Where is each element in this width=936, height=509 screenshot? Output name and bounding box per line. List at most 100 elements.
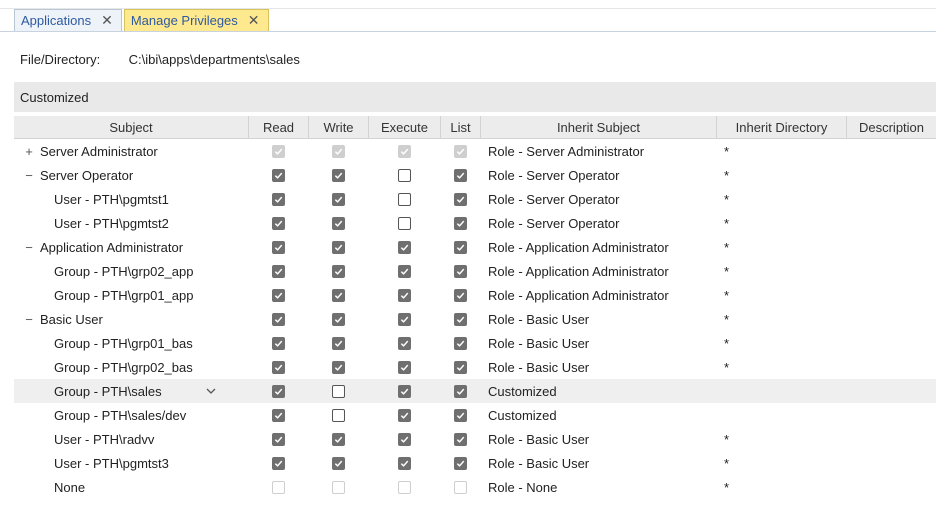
- read-checkbox[interactable]: [271, 408, 285, 422]
- collapse-icon[interactable]: −: [22, 168, 36, 183]
- execute-checkbox[interactable]: [397, 456, 411, 470]
- table-row[interactable]: Group - PTH\grp02_bas Role - Basic User *: [14, 355, 936, 379]
- write-checkbox[interactable]: [331, 168, 345, 182]
- header-subject[interactable]: Subject: [14, 116, 248, 138]
- subject-cell: Group - PTH\grp02_app: [14, 259, 248, 283]
- header-inherit-subject[interactable]: Inherit Subject: [480, 116, 716, 138]
- execute-checkbox[interactable]: [397, 240, 411, 254]
- write-checkbox[interactable]: [331, 456, 345, 470]
- execute-checkbox[interactable]: [397, 288, 411, 302]
- read-checkbox[interactable]: [271, 312, 285, 326]
- tab-manage-privileges[interactable]: Manage Privileges ✕: [123, 9, 269, 31]
- header-execute[interactable]: Execute: [368, 116, 440, 138]
- read-checkbox[interactable]: [271, 168, 285, 182]
- write-cell: [308, 163, 368, 187]
- chevron-down-icon[interactable]: [204, 384, 218, 398]
- execute-checkbox[interactable]: [397, 408, 411, 422]
- inherit-directory-cell: [716, 403, 846, 427]
- table-row[interactable]: − Application Administrator Role - Applica…: [14, 235, 936, 259]
- execute-checkbox[interactable]: [397, 312, 411, 326]
- write-checkbox[interactable]: [331, 384, 345, 398]
- list-cell: [440, 331, 480, 355]
- write-checkbox[interactable]: [331, 216, 345, 230]
- read-checkbox[interactable]: [271, 456, 285, 470]
- read-checkbox[interactable]: [271, 240, 285, 254]
- read-checkbox[interactable]: [271, 432, 285, 446]
- write-checkbox[interactable]: [331, 312, 345, 326]
- read-checkbox[interactable]: [271, 360, 285, 374]
- table-row[interactable]: User - PTH\pgmtst3 Role - Basic User *: [14, 451, 936, 475]
- list-checkbox[interactable]: [453, 336, 467, 350]
- write-checkbox[interactable]: [331, 336, 345, 350]
- read-checkbox[interactable]: [271, 288, 285, 302]
- read-cell: [248, 139, 308, 163]
- list-checkbox[interactable]: [453, 384, 467, 398]
- execute-checkbox[interactable]: [397, 384, 411, 398]
- execute-checkbox[interactable]: [397, 216, 411, 230]
- inherit-subject-cell: Role - Basic User: [488, 335, 590, 351]
- execute-checkbox[interactable]: [397, 192, 411, 206]
- read-checkbox[interactable]: [271, 216, 285, 230]
- list-checkbox[interactable]: [453, 264, 467, 278]
- collapse-icon[interactable]: −: [22, 312, 36, 327]
- list-checkbox[interactable]: [453, 168, 467, 182]
- write-checkbox[interactable]: [331, 288, 345, 302]
- execute-checkbox[interactable]: [397, 264, 411, 278]
- list-checkbox[interactable]: [453, 360, 467, 374]
- write-checkbox[interactable]: [331, 192, 345, 206]
- header-write[interactable]: Write: [308, 116, 368, 138]
- execute-cell: [368, 259, 440, 283]
- table-row[interactable]: Group - PTH\sales Customized: [14, 379, 936, 403]
- table-row[interactable]: None Role - None *: [14, 475, 936, 499]
- table-row[interactable]: + Server Administrator Role - Server Admin…: [14, 139, 936, 163]
- grid-header: Subject Read Write Execute List Inherit …: [14, 116, 936, 139]
- table-row[interactable]: Group - PTH\grp01_app Role - Application …: [14, 283, 936, 307]
- read-checkbox[interactable]: [271, 384, 285, 398]
- close-icon[interactable]: ✕: [101, 12, 113, 29]
- execute-checkbox[interactable]: [397, 168, 411, 182]
- tab-applications[interactable]: Applications ✕: [14, 9, 122, 31]
- header-inherit-directory[interactable]: Inherit Directory: [716, 116, 846, 138]
- read-checkbox[interactable]: [271, 264, 285, 278]
- table-row[interactable]: Group - PTH\grp02_app Role - Application …: [14, 259, 936, 283]
- write-checkbox[interactable]: [331, 360, 345, 374]
- inherit-directory-cell: *: [724, 359, 730, 375]
- table-row[interactable]: − Basic User Role - Basic User *: [14, 307, 936, 331]
- table-row[interactable]: User - PTH\pgmtst1 Role - Server Operator…: [14, 187, 936, 211]
- table-row[interactable]: − Server Operator Role - Server Operator *: [14, 163, 936, 187]
- read-checkbox[interactable]: [271, 336, 285, 350]
- write-cell: [308, 187, 368, 211]
- table-row[interactable]: User - PTH\radvv Role - Basic User *: [14, 427, 936, 451]
- table-row[interactable]: Group - PTH\grp01_bas Role - Basic User *: [14, 331, 936, 355]
- list-checkbox[interactable]: [453, 312, 467, 326]
- expand-icon[interactable]: +: [22, 144, 36, 159]
- write-checkbox[interactable]: [331, 264, 345, 278]
- header-list[interactable]: List: [440, 116, 480, 138]
- execute-checkbox[interactable]: [397, 432, 411, 446]
- list-cell: [440, 211, 480, 235]
- list-checkbox[interactable]: [453, 408, 467, 422]
- execute-checkbox[interactable]: [397, 336, 411, 350]
- list-checkbox[interactable]: [453, 216, 467, 230]
- list-checkbox[interactable]: [453, 432, 467, 446]
- header-read[interactable]: Read: [248, 116, 308, 138]
- header-description[interactable]: Description: [846, 116, 936, 138]
- write-checkbox[interactable]: [331, 408, 345, 422]
- list-checkbox[interactable]: [453, 288, 467, 302]
- write-checkbox[interactable]: [331, 432, 345, 446]
- subject-label: User - PTH\pgmtst2: [54, 215, 169, 231]
- subject-label: Group - PTH\grp01_app: [54, 287, 194, 303]
- inherit-directory-cell: *: [724, 191, 730, 207]
- table-row[interactable]: Group - PTH\sales/dev Customized: [14, 403, 936, 427]
- close-icon[interactable]: ✕: [248, 12, 260, 29]
- read-checkbox[interactable]: [271, 192, 285, 206]
- list-checkbox[interactable]: [453, 240, 467, 254]
- list-checkbox[interactable]: [453, 456, 467, 470]
- table-row[interactable]: User - PTH\pgmtst2 Role - Server Operator…: [14, 211, 936, 235]
- execute-checkbox[interactable]: [397, 360, 411, 374]
- section-label: Customized: [20, 89, 89, 105]
- write-checkbox[interactable]: [331, 240, 345, 254]
- list-checkbox[interactable]: [453, 192, 467, 206]
- inherit-subject-cell: Role - Server Operator: [488, 191, 620, 207]
- collapse-icon[interactable]: −: [22, 240, 36, 255]
